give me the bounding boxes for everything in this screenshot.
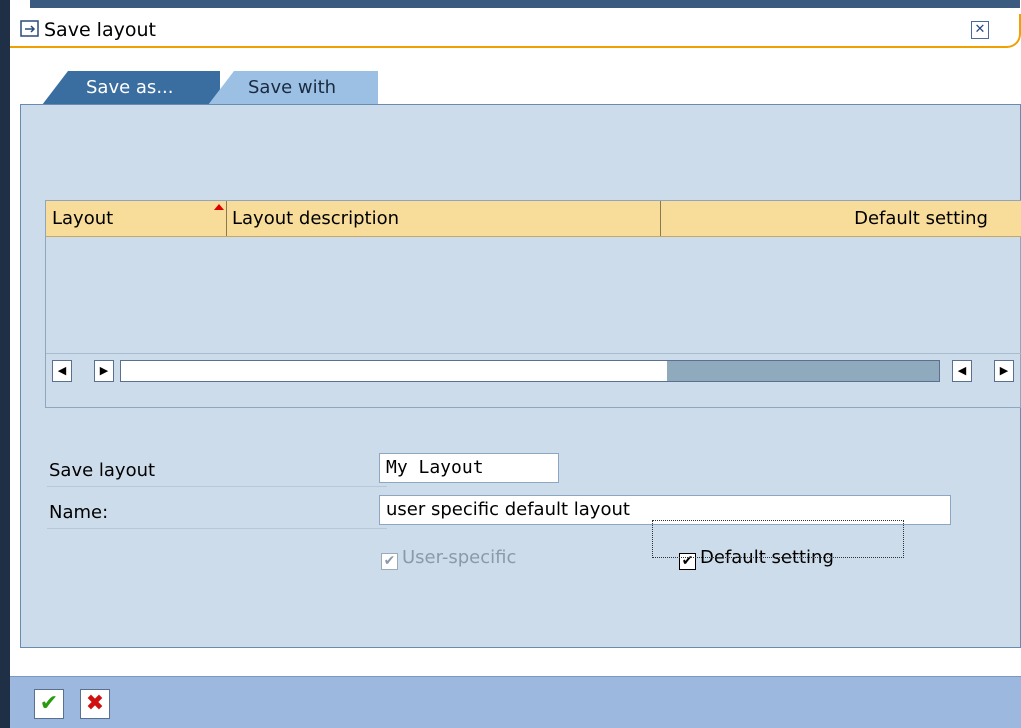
save-layout-label: Save layout [49,460,156,481]
horizontal-scrollbar[interactable]: ◀ ▶ ◀ ▶ [46,358,1021,386]
column-header-default-setting[interactable]: Default setting [666,201,1016,236]
column-header-layout-description[interactable]: Layout description [232,201,662,236]
layout-table: Layout Layout description Default settin… [45,200,1021,408]
scroll-right-icon[interactable]: ▶ [994,360,1014,382]
focus-indicator [652,520,904,558]
background-window-strip [30,0,1020,8]
scrollbar-track[interactable] [120,360,940,382]
cancel-x-icon[interactable]: ✖ [80,689,110,719]
scroll-left-icon[interactable]: ◀ [952,360,972,382]
tab-save-with[interactable]: Save with [208,71,378,105]
table-body-divider [46,353,1021,354]
scrollbar-thumb[interactable] [667,361,939,381]
tab-save-with-label: Save with [248,77,337,98]
dialog-window-icon [20,20,39,37]
table-header: Layout Layout description Default settin… [46,201,1021,237]
dialog-title: Save layout [44,19,156,41]
tab-save-as[interactable]: Save as... [42,71,220,105]
user-specific-label: User-specific [402,547,517,568]
dialog-titlebar: Save layout ✕ [10,14,1021,48]
scroll-left-icon[interactable]: ◀ [52,360,72,382]
column-header-layout[interactable]: Layout [52,201,226,236]
save-layout-dialog: Save layout ✕ Save as... Save with Layou… [10,8,1021,728]
background-window-edge [0,0,10,728]
sort-indicator-icon [214,204,224,210]
name-label: Name: [49,502,109,523]
tab-save-as-label: Save as... [86,77,174,98]
column-separator[interactable] [660,201,661,236]
tab-content-panel: Layout Layout description Default settin… [20,104,1021,648]
label-underline [47,528,387,529]
label-underline [47,486,387,487]
column-separator[interactable] [226,201,227,236]
scroll-right-icon[interactable]: ▶ [94,360,114,382]
dialog-footer: ✔ ✖ [10,676,1021,728]
close-icon[interactable]: ✕ [971,21,989,39]
checkmark-icon[interactable]: ✔ [34,689,64,719]
save-layout-input[interactable]: My Layout [379,453,559,483]
checkbox-checked-icon: ✔ [381,553,398,570]
user-specific-checkbox: ✔ User-specific [381,547,516,570]
